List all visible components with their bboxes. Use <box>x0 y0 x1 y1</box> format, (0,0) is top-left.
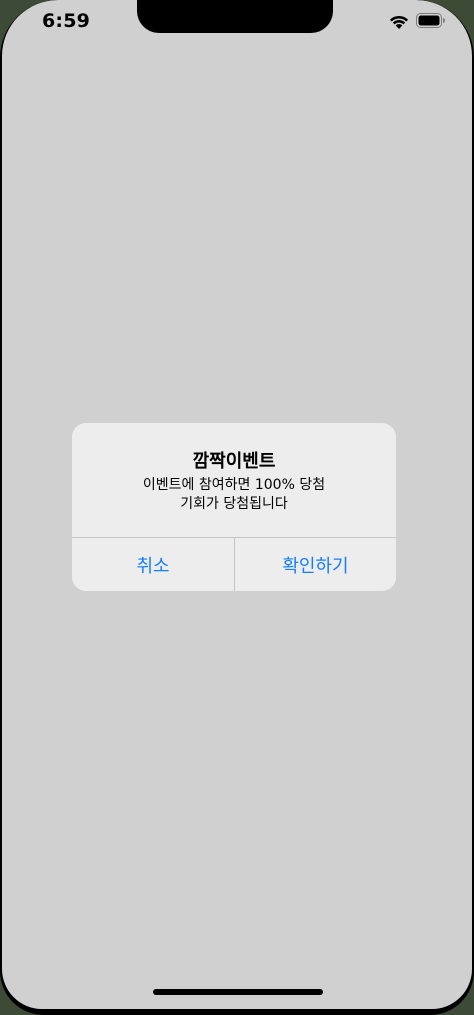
alert-message: 이벤트에 참여하면 100% 당첨 기회가 당첨됩니다 <box>72 476 396 514</box>
alert-message-line-1: 이벤트에 참여하면 100% 당첨 <box>142 477 326 493</box>
alert-dialog: 깜짝이벤트 이벤트에 참여하면 100% 당첨 기회가 당첨됩니다 취소 확인하… <box>72 423 396 591</box>
device-frame: 6:59 깜짝이벤트 이벤트에 참여하면 100% 당첨 기회가 당첨됩니다 취… <box>0 0 474 1015</box>
home-indicator <box>153 989 323 995</box>
alert-message-line-2: 기회가 당첨됩니다 <box>180 496 288 512</box>
screen: 6:59 깜짝이벤트 이벤트에 참여하면 100% 당첨 기회가 당첨됩니다 취… <box>2 0 472 1009</box>
confirm-button[interactable]: 확인하기 <box>235 538 396 591</box>
cancel-button[interactable]: 취소 <box>72 538 234 591</box>
wifi-icon <box>389 15 409 29</box>
battery-icon <box>416 13 445 28</box>
notch <box>137 0 333 33</box>
alert-title: 깜짝이벤트 <box>192 451 276 472</box>
status-time: 6:59 <box>42 10 91 32</box>
